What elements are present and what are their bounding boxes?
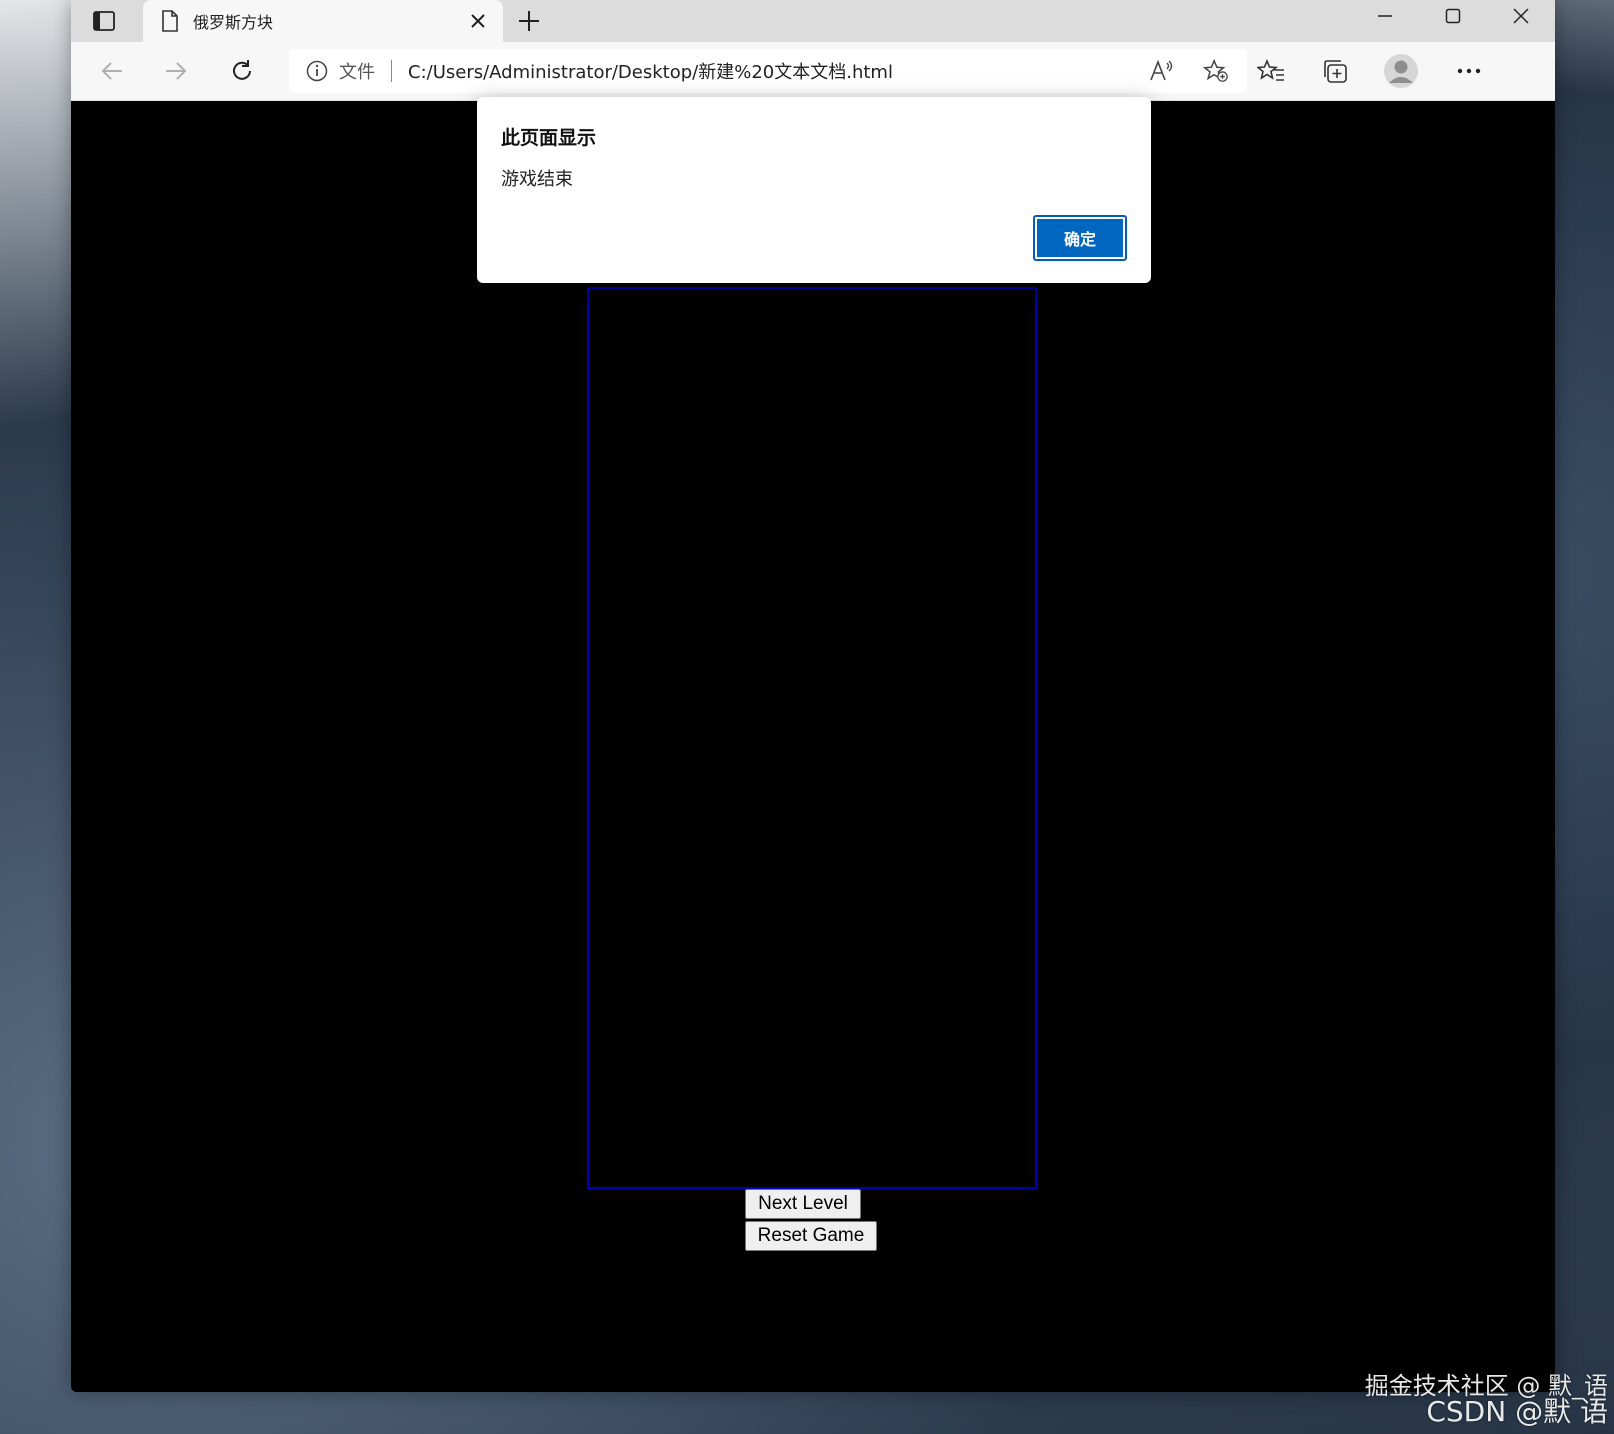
tab-bar: 俄罗斯方块 — [71, 0, 1555, 42]
maximize-button[interactable] — [1419, 0, 1487, 32]
page-icon — [162, 10, 178, 32]
read-aloud-icon — [1150, 59, 1173, 81]
address-separator — [391, 60, 392, 82]
page-viewport: Next Level Reset Game 此页面显示 游戏结束 确定 — [71, 97, 1555, 1392]
forward-button[interactable] — [157, 52, 195, 90]
next-level-button[interactable]: Next Level — [745, 1189, 861, 1219]
tab-actions-icon — [93, 11, 115, 31]
plus-icon — [519, 11, 539, 31]
profile-button[interactable] — [1383, 53, 1419, 89]
maximize-icon — [1445, 8, 1461, 24]
refresh-icon — [233, 60, 251, 80]
dialog-title: 此页面显示 — [501, 127, 597, 149]
dialog-ok-label: 确定 — [1037, 219, 1123, 257]
site-info-button[interactable] — [305, 59, 329, 83]
address-url[interactable]: C:/Users/Administrator/Desktop/新建%20文本文档… — [408, 58, 893, 84]
watermark-csdn: CSDN @默 语 — [1426, 1395, 1608, 1428]
dialog-ok-button[interactable]: 确定 — [1033, 215, 1127, 261]
arrow-right-icon — [166, 62, 187, 80]
tab-title: 俄罗斯方块 — [193, 13, 274, 32]
game-board-canvas[interactable] — [587, 287, 1037, 1189]
minimize-icon — [1378, 15, 1392, 17]
more-options-button[interactable] — [1451, 53, 1487, 89]
collections-button[interactable] — [1317, 53, 1353, 89]
add-favorite-button[interactable] — [1203, 58, 1229, 84]
alert-dialog: 此页面显示 游戏结束 确定 — [477, 97, 1151, 283]
window-controls — [1351, 0, 1555, 32]
reset-game-button[interactable]: Reset Game — [745, 1221, 877, 1251]
address-bar[interactable]: 文件 C:/Users/Administrator/Desktop/新建%20文… — [289, 49, 1247, 93]
minimize-button[interactable] — [1351, 0, 1419, 32]
read-aloud-button[interactable] — [1149, 58, 1175, 84]
dialog-message: 游戏结束 — [501, 169, 573, 190]
avatar-icon — [1384, 54, 1418, 88]
info-icon — [306, 60, 328, 82]
close-icon — [471, 14, 485, 28]
browser-toolbar: 文件 C:/Users/Administrator/Desktop/新建%20文… — [71, 42, 1555, 101]
browser-window: 俄罗斯方块 文件 C:/Users/Administrator/Desktop/… — [71, 0, 1555, 1392]
back-button[interactable] — [93, 52, 131, 90]
tab-actions-button[interactable] — [79, 4, 129, 38]
address-scheme-label: 文件 — [339, 62, 375, 83]
star-add-icon — [1203, 58, 1228, 82]
close-icon — [1513, 8, 1529, 24]
refresh-button[interactable] — [223, 52, 261, 90]
collections-icon — [1324, 60, 1347, 83]
more-icon — [1457, 68, 1481, 74]
tab-close-button[interactable] — [467, 10, 489, 32]
arrow-left-icon — [101, 62, 122, 80]
favorites-button[interactable] — [1253, 53, 1289, 89]
new-tab-button[interactable] — [511, 4, 547, 38]
favorites-list-icon — [1257, 59, 1284, 81]
close-window-button[interactable] — [1487, 0, 1555, 32]
tab-active[interactable]: 俄罗斯方块 — [143, 0, 503, 42]
